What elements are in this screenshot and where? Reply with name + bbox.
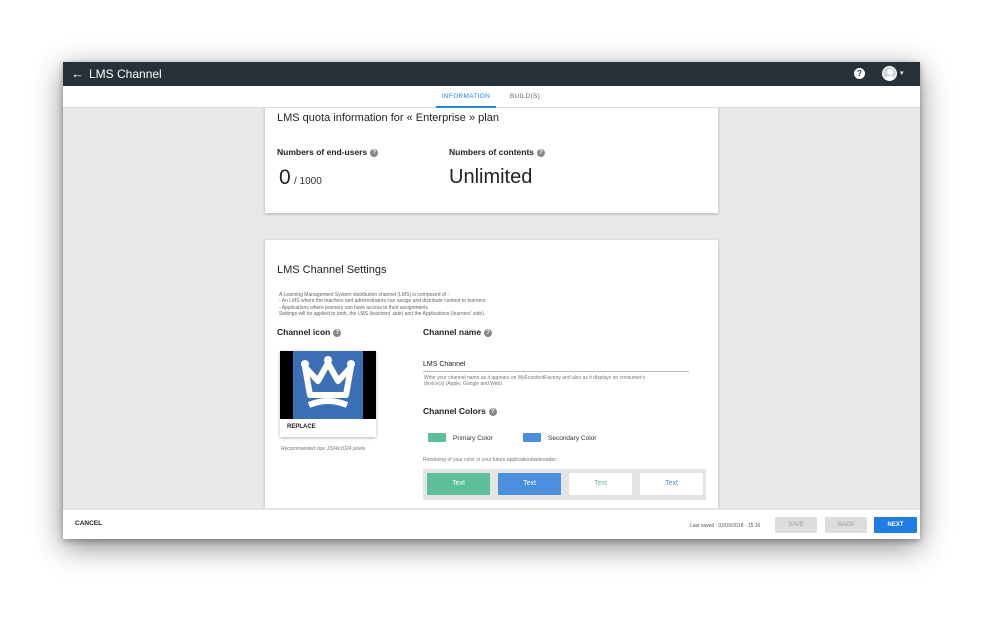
end-users-label: Numbers of end-users? xyxy=(277,147,379,157)
preview-secondary-text: Text xyxy=(640,473,703,495)
preview-primary-filled: Text xyxy=(427,473,490,495)
channel-name-label: Channel name? xyxy=(423,327,493,337)
tab-bar: INFORMATION BUILD(S) xyxy=(63,86,920,108)
channel-colors-label: Channel Colors? xyxy=(423,406,497,416)
settings-description: A Learning Management System distributio… xyxy=(279,292,486,317)
back-button[interactable]: BACK xyxy=(825,517,867,533)
primary-color-swatch[interactable] xyxy=(428,433,446,442)
secondary-color-label: Secondary Color xyxy=(548,435,597,442)
secondary-color-swatch[interactable] xyxy=(523,433,541,442)
preview-primary-text: Text xyxy=(569,473,632,495)
color-preview: Text Text Text Text xyxy=(423,469,706,500)
quota-title: LMS quota information for « Enterprise »… xyxy=(277,112,499,124)
preview-secondary-filled: Text xyxy=(498,473,561,495)
chevron-down-icon[interactable]: ▾ xyxy=(900,66,904,82)
help-icon[interactable]: ? xyxy=(488,407,497,416)
channel-icon-image xyxy=(280,351,376,419)
tab-builds[interactable]: BUILD(S) xyxy=(504,86,546,108)
quota-card: LMS quota information for « Enterprise »… xyxy=(265,108,718,213)
user-avatar-icon[interactable] xyxy=(882,66,897,81)
help-icon[interactable]: ? xyxy=(333,328,342,337)
channel-icon-picker[interactable]: REPLACE xyxy=(280,351,376,437)
end-users-max: / 1000 xyxy=(294,176,322,187)
page-title: LMS Channel xyxy=(89,67,162,81)
lms-channel-window: ← LMS Channel ? ▾ INFORMATION BUILD(S) L… xyxy=(63,62,920,539)
contents-count: Unlimited xyxy=(449,166,533,188)
last-saved-status: Last saved : 02/09/2018 - 15:16 xyxy=(690,523,761,529)
scroll-content[interactable]: LMS quota information for « Enterprise »… xyxy=(63,108,920,508)
cancel-button[interactable]: CANCEL xyxy=(75,520,102,527)
settings-title: LMS Channel Settings xyxy=(277,264,387,276)
back-arrow-icon[interactable]: ← xyxy=(71,66,85,82)
footer-bar: CANCEL Last saved : 02/09/2018 - 15:16 S… xyxy=(63,509,920,539)
crown-icon xyxy=(301,356,355,408)
end-users-count: 0 xyxy=(279,166,291,189)
help-icon[interactable]: ? xyxy=(854,68,865,79)
replace-button[interactable]: REPLACE xyxy=(287,424,316,430)
channel-name-help: Write your channel name as it appears on… xyxy=(424,375,645,388)
rendering-note: Rendering of your color in your future a… xyxy=(423,457,558,463)
help-icon[interactable]: ? xyxy=(370,148,379,157)
next-button[interactable]: NEXT xyxy=(874,517,917,533)
help-icon[interactable]: ? xyxy=(537,148,546,157)
primary-color-label: Primary Color xyxy=(453,435,493,442)
help-icon[interactable]: ? xyxy=(484,328,493,337)
save-button[interactable]: SAVE xyxy=(775,517,817,533)
settings-card: LMS Channel Settings A Learning Manageme… xyxy=(265,240,718,508)
recommended-size-note: Recommanded size 1024x1024 pixels xyxy=(281,446,366,452)
app-header: ← LMS Channel ? ▾ xyxy=(63,62,920,86)
channel-icon-label: Channel icon? xyxy=(277,327,342,337)
tab-information[interactable]: INFORMATION xyxy=(436,86,496,108)
contents-label: Numbers of contents? xyxy=(449,147,546,157)
channel-name-input[interactable] xyxy=(423,360,689,372)
